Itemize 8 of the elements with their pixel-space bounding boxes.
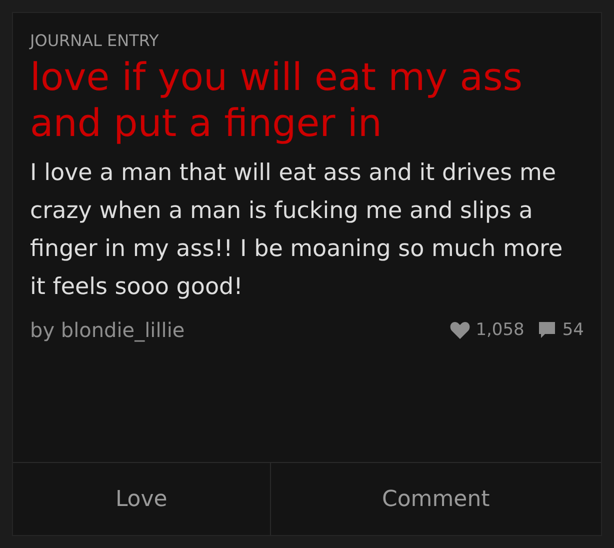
heart-icon <box>450 321 470 339</box>
author-label: by blondie_lillie <box>30 318 186 342</box>
comment-count: 54 <box>562 320 584 340</box>
like-count: 1,058 <box>476 320 524 340</box>
category-label: JOURNAL ENTRY <box>30 31 160 50</box>
comment-icon <box>538 321 556 339</box>
post-body: I love a man that will eat ass and it drives me crazy when a man is fucking me and slips a finger in my ass!! I be moaning so much more it feels sooo good! <box>30 159 564 302</box>
post-title: love if you will eat my ass and put a finger in <box>30 54 524 146</box>
